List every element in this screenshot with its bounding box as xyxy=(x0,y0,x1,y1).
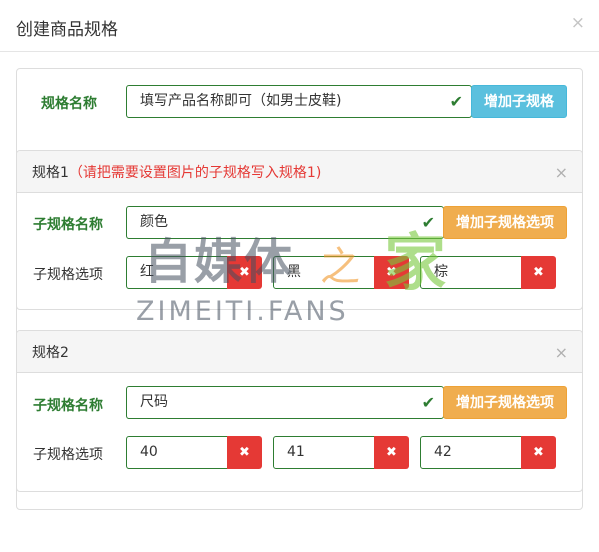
sub-spec-options-label-1: 子规格选项 xyxy=(33,267,103,283)
delete-option-icon[interactable]: ✖ xyxy=(521,256,556,289)
sub-spec-hint: （请把需要设置图片的子规格写入规格1) xyxy=(68,165,322,181)
check-icon: ✔ xyxy=(421,213,435,232)
delete-option-icon[interactable]: ✖ xyxy=(521,436,556,469)
sub-spec-options-label-2: 子规格选项 xyxy=(33,447,103,463)
delete-option-icon[interactable]: ✖ xyxy=(227,256,262,289)
sub-spec-title-text-1: 规格1 xyxy=(32,165,69,181)
check-icon: ✔ xyxy=(449,92,463,111)
check-icon: ✔ xyxy=(421,393,435,412)
option-input[interactable]: 黑 xyxy=(273,256,375,289)
sub-spec-name-input-2[interactable]: 尺码 ✔ xyxy=(126,386,444,419)
sub-spec-title-1: 规格1（请把需要设置图片的子规格写入规格1) xyxy=(32,162,321,182)
sub-spec-name-value-1: 颜色 xyxy=(140,214,168,230)
option-input[interactable]: 40 xyxy=(126,436,228,469)
modal-close-icon[interactable]: × xyxy=(571,13,585,33)
sub-spec-title-2: 规格2 xyxy=(32,345,69,361)
sub-spec-header-2: 规格2 × xyxy=(17,331,582,373)
sub-spec-name-input-1[interactable]: 颜色 ✔ xyxy=(126,206,444,239)
sub-spec-close-icon-2[interactable]: × xyxy=(555,343,568,362)
modal-title: 创建商品规格 xyxy=(16,20,118,40)
sub-spec-name-label-1: 子规格名称 xyxy=(33,217,103,233)
modal-header: 创建商品规格 × xyxy=(0,0,599,52)
option-input[interactable]: 棕 xyxy=(420,256,522,289)
sub-spec-name-label-2: 子规格名称 xyxy=(33,398,103,414)
add-option-button-1[interactable]: 增加子规格选项 xyxy=(443,206,567,239)
spec-name-label: 规格名称 xyxy=(41,96,97,112)
option-input[interactable]: 42 xyxy=(420,436,522,469)
sub-spec-name-value-2: 尺码 xyxy=(140,394,168,410)
delete-option-icon[interactable]: ✖ xyxy=(227,436,262,469)
option-input[interactable]: 红 xyxy=(126,256,228,289)
option-input[interactable]: 41 xyxy=(273,436,375,469)
spec-name-input[interactable]: 填写产品名称即可（如男士皮鞋) ✔ xyxy=(126,85,472,118)
delete-option-icon[interactable]: ✖ xyxy=(374,436,409,469)
spec-name-value: 填写产品名称即可（如男士皮鞋) xyxy=(140,93,342,109)
sub-spec-close-icon-1[interactable]: × xyxy=(555,163,568,182)
delete-option-icon[interactable]: ✖ xyxy=(374,256,409,289)
add-sub-spec-button[interactable]: 增加子规格 xyxy=(471,85,567,118)
sub-spec-header-1: 规格1（请把需要设置图片的子规格写入规格1) × xyxy=(17,151,582,193)
add-option-button-2[interactable]: 增加子规格选项 xyxy=(443,386,567,419)
